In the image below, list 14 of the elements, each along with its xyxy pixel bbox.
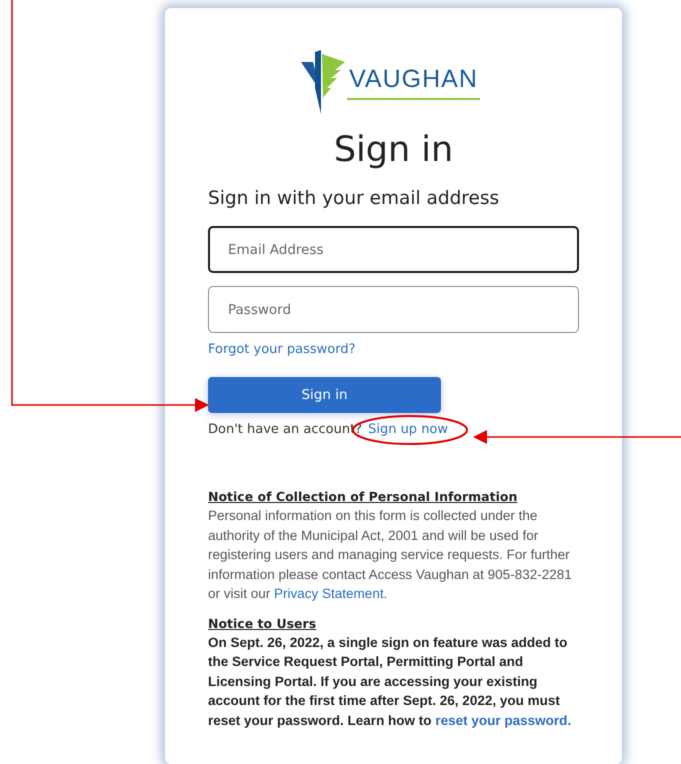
notice-link[interactable]: Privacy Statement. <box>274 586 388 601</box>
form-subtitle: Sign in with your email address <box>208 187 500 211</box>
logo-text: VAUGHAN <box>347 65 480 100</box>
notice-link[interactable]: reset your password. <box>435 712 572 728</box>
notice-heading: Notice of Collection of Personal Information <box>208 488 518 506</box>
logo-mark-icon <box>301 48 346 114</box>
sign-in-button[interactable]: Sign in <box>208 377 441 413</box>
password-field[interactable]: Password <box>208 286 579 333</box>
notice-paragraph: On Sept. 26, 2022, a single sign on feature was added to the Service Request Portal, Permitting Portal and Licensing Portal. If you are accessing your existing account for the first time after Sept. 26, 2022, you must reset your password. Learn how to reset your password. <box>208 634 572 730</box>
forgot-password-link[interactable]: Forgot your password? <box>208 342 579 357</box>
email-field[interactable]: Email Address <box>208 226 579 273</box>
notice-heading: Notice to Users <box>208 614 318 632</box>
page-title: Sign in <box>332 129 454 172</box>
notice-paragraph: Personal information on this form is collected under the authority of the Municipal Act, 2001 and will be used for registering users and managing service requests. For further information please contact Access Vaughan at 905-832-2281 or visit our Privacy Statement. <box>208 507 573 603</box>
